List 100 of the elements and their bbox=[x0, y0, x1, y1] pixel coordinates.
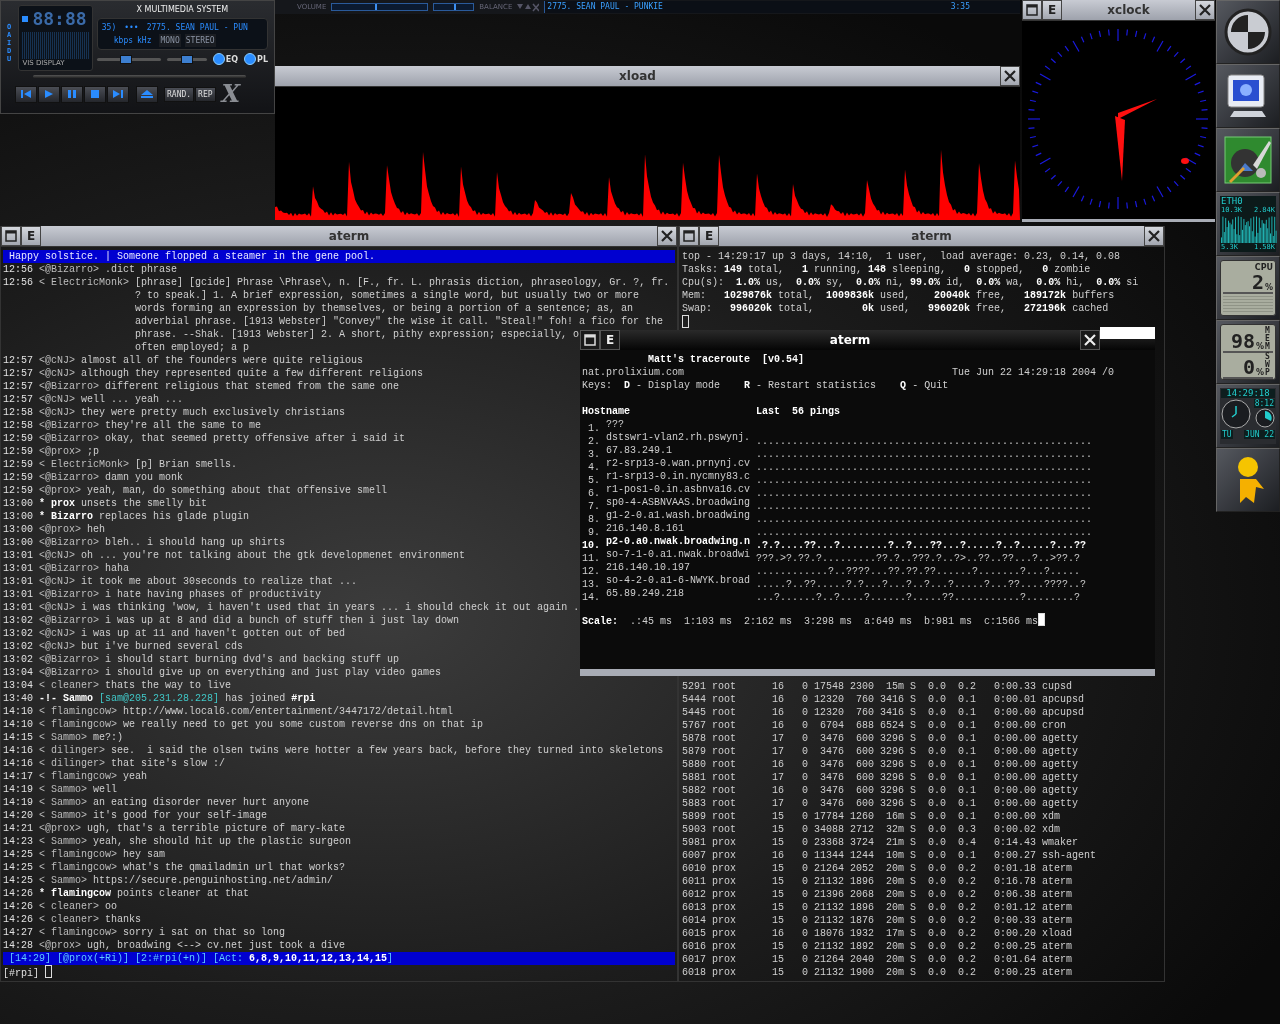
process-row: 5880 root 16 0 3476 600 3296 S 0.0 0.1 0:00.00 agetty bbox=[682, 758, 1079, 771]
hop-row: 13. so-4-2-0.a1-6-NWYK.broad .....?..??.....?.?...?...?..?...?.....?...??....????..? bbox=[582, 574, 1087, 587]
window-icon bbox=[683, 230, 695, 242]
chat-line: 13:02 <@cNJ> but i've burned several cds bbox=[3, 640, 244, 653]
dock-tile[interactable] bbox=[1216, 0, 1280, 64]
toggle-light[interactable] bbox=[212, 53, 225, 65]
slider-thumb[interactable] bbox=[375, 4, 378, 10]
menu-button[interactable]: E bbox=[699, 226, 719, 246]
play-button[interactable] bbox=[38, 85, 60, 103]
hop-row: 10. p2-0.a0.nwak.broadwing.n .?.?....??...?........?..?...??...?.....?..?.....?...?? bbox=[582, 535, 1087, 548]
process-row: 5899 root 15 0 17784 1260 16m S 0.0 0.1 0:00.00 xdm bbox=[682, 810, 1061, 823]
slider-thumb[interactable] bbox=[180, 54, 193, 64]
chat-line: phrase. --Shak. [1913 Webster] 2. A short, pithy expression; especially, o bbox=[134, 328, 580, 341]
eject-button[interactable] bbox=[136, 85, 158, 103]
track-title: 2775. SEAN PAUL - PUN bbox=[146, 22, 248, 34]
minimize-button[interactable] bbox=[580, 330, 600, 350]
visualizer bbox=[22, 32, 89, 59]
dock-tile[interactable]: CPU 2% bbox=[1216, 256, 1280, 320]
window-icon bbox=[1026, 4, 1038, 16]
previous-button[interactable] bbox=[15, 85, 37, 103]
chat-line: 14:10 < flamingcow> we really need to get you some custom reverse dns on that ip bbox=[3, 718, 484, 731]
next-button[interactable] bbox=[107, 85, 129, 103]
minimize-button[interactable] bbox=[1022, 0, 1042, 20]
pause-button[interactable] bbox=[61, 85, 83, 103]
chat-line: 13:01 <@Bizarro> i hate having phases of productivity bbox=[3, 588, 322, 601]
chat-line: 12:59 <@Bizarro> damn you monk bbox=[3, 471, 184, 484]
digital-time: 14:29:18 bbox=[1221, 389, 1275, 398]
dock-tile[interactable]: 14:29:18 8:12 TU JUN 22 bbox=[1216, 384, 1280, 448]
dock-tile[interactable] bbox=[1216, 448, 1280, 512]
chat-line: 14:21 <@prox> ugh, that's a terrible picture of mary-kate bbox=[3, 822, 346, 835]
process-row: 5767 root 16 0 6704 688 6524 S 0.0 0.1 0:00.00 cron bbox=[682, 719, 1067, 732]
play-icon bbox=[45, 90, 53, 98]
chat-line: 13:00 * Bizarro replaces his glade plugin bbox=[3, 510, 250, 523]
channel-mode-indicator: STEREO bbox=[184, 34, 216, 47]
small-time: 8:12 bbox=[1253, 399, 1275, 408]
menu-button[interactable]: E bbox=[21, 226, 41, 246]
dock-tile[interactable] bbox=[1216, 64, 1280, 128]
chat-line: 14:19 < Sammo> well bbox=[3, 783, 118, 796]
slider-thumb[interactable] bbox=[119, 54, 132, 64]
stats-line: Swap: 996020k total, 0k used, 996020k free, 272196k cached bbox=[682, 302, 1109, 315]
toggle-light[interactable] bbox=[244, 53, 257, 65]
minimize-button[interactable] bbox=[1, 226, 21, 246]
traffic-graph bbox=[1221, 214, 1277, 243]
process-row: 6016 prox 15 0 21132 1892 20m S 0.0 0.2 0:00.25 aterm bbox=[682, 940, 1073, 953]
menu-button[interactable]: E bbox=[1042, 0, 1062, 20]
close-button[interactable] bbox=[1144, 226, 1164, 246]
host-name: nat.prolixium.com bbox=[582, 366, 685, 379]
bitrate-unit: kbps bbox=[113, 35, 134, 47]
close-button[interactable] bbox=[657, 226, 677, 246]
chat-line: 14:16 < dilinger> that site's slow :/ bbox=[3, 757, 226, 770]
hop-row-text: 6. r1-pos1-0.in.asbnva16.cv ........................................................ bbox=[587, 483, 1093, 496]
window-title: aterm bbox=[828, 332, 872, 349]
menu-button[interactable]: E bbox=[600, 330, 620, 350]
process-row: 5881 root 17 0 3476 600 3296 S 0.0 0.1 0:00.00 agetty bbox=[682, 771, 1079, 784]
process-row: 6011 prox 15 0 21132 1896 20m S 0.0 0.2 0:16.78 aterm bbox=[682, 875, 1073, 888]
chat-line: 12:58 <@cNJ> they were pretty much exclusively christians bbox=[3, 406, 346, 419]
chat-line: 12:57 <@Bizarro> different religious that stemed from the same one bbox=[3, 380, 400, 393]
chat-line: 12:57 <@cNJ> almost all of the founders were quite religious bbox=[3, 354, 364, 367]
window-icon bbox=[584, 334, 596, 346]
chat-line: 14:26 < cleaner> oo bbox=[3, 900, 118, 913]
input-field[interactable]: [#rpi] bbox=[3, 965, 675, 978]
usage-history bbox=[1223, 296, 1273, 313]
volume-slider[interactable] bbox=[96, 57, 161, 61]
dock-tile[interactable] bbox=[1216, 128, 1280, 192]
stats-line: Tasks: 149 total, 1 running, 148 sleeping, 0 stopped, 0 zombie bbox=[682, 263, 1091, 276]
hop-row: 14. 65.89.249.218 ...?......?..?....?......?.....??...........?........? bbox=[582, 587, 1081, 600]
chat-line: 14:17 < flamingcow> yeah bbox=[3, 770, 148, 783]
chat-line: 14:26 * flamingcow points cleaner at that bbox=[3, 887, 250, 900]
stats-line: Cpu(s): 1.0% us, 0.0% sy, 0.0% ni, 99.0% id, 0.0% wa, 0.0% hi, 0.0% si bbox=[682, 276, 1139, 289]
close-icon bbox=[1199, 4, 1211, 16]
close-icon bbox=[1084, 334, 1096, 346]
process-row: 6013 prox 15 0 21132 1896 20m S 0.0 0.2 0:01.12 aterm bbox=[682, 901, 1073, 914]
text-cursor bbox=[682, 315, 689, 328]
chat-line: 13:02 <@Bizarro> i was up at 8 and did a bunch of stuff then i just lay down bbox=[3, 614, 460, 627]
chat-line: 13:00 <@Bizarro> bleh.. i should hang up shirts bbox=[3, 536, 286, 549]
balance-slider[interactable] bbox=[433, 3, 475, 11]
dock-tile[interactable]: 98% MEM 0% SWP bbox=[1216, 320, 1280, 384]
stop-button[interactable] bbox=[84, 85, 106, 103]
chat-line: 13:04 <@Bizarro> i should give up on everything and just play video games bbox=[3, 666, 442, 679]
option-button[interactable]: RAND. bbox=[164, 86, 195, 102]
chat-line: 12:59 <@prox> yeah, man, do something about that offensive smell bbox=[3, 484, 388, 497]
window-title: xclock bbox=[1106, 2, 1151, 19]
option-button[interactable]: REP bbox=[195, 86, 216, 102]
balance-slider[interactable] bbox=[166, 57, 207, 61]
close-button[interactable] bbox=[1000, 66, 1020, 86]
hop-row-text: 3. 67.83.249.1 ........................................................ bbox=[587, 444, 1093, 457]
process-row: 6014 prox 15 0 21132 1876 20m S 0.0 0.2 0:00.33 aterm bbox=[682, 914, 1073, 927]
samplerate-unit: kHz bbox=[137, 35, 152, 47]
process-row: 5291 root 16 0 17548 2300 15m S 0.0 0.2 0:00.33 cupsd bbox=[682, 680, 1073, 693]
window-controls-icon[interactable] bbox=[517, 2, 540, 12]
chat-line: 14:20 < Sammo> it's good for your self-image bbox=[3, 809, 268, 822]
close-button[interactable] bbox=[1195, 0, 1215, 20]
minimize-button[interactable] bbox=[679, 226, 699, 246]
slider-thumb[interactable] bbox=[453, 4, 456, 10]
chat-line: 14:27 < flamingcow> sorry i sat on that so long bbox=[3, 926, 286, 939]
stats-line: Mem: 1029876k total, 1009836k used, 20040k free, 189172k buffers bbox=[682, 289, 1115, 302]
volume-slider[interactable] bbox=[331, 3, 429, 11]
weekday: TU bbox=[1221, 430, 1233, 439]
close-button[interactable] bbox=[1080, 330, 1100, 350]
chat-line: 12:58 <@Bizarro> they're all the same to me bbox=[3, 419, 262, 432]
